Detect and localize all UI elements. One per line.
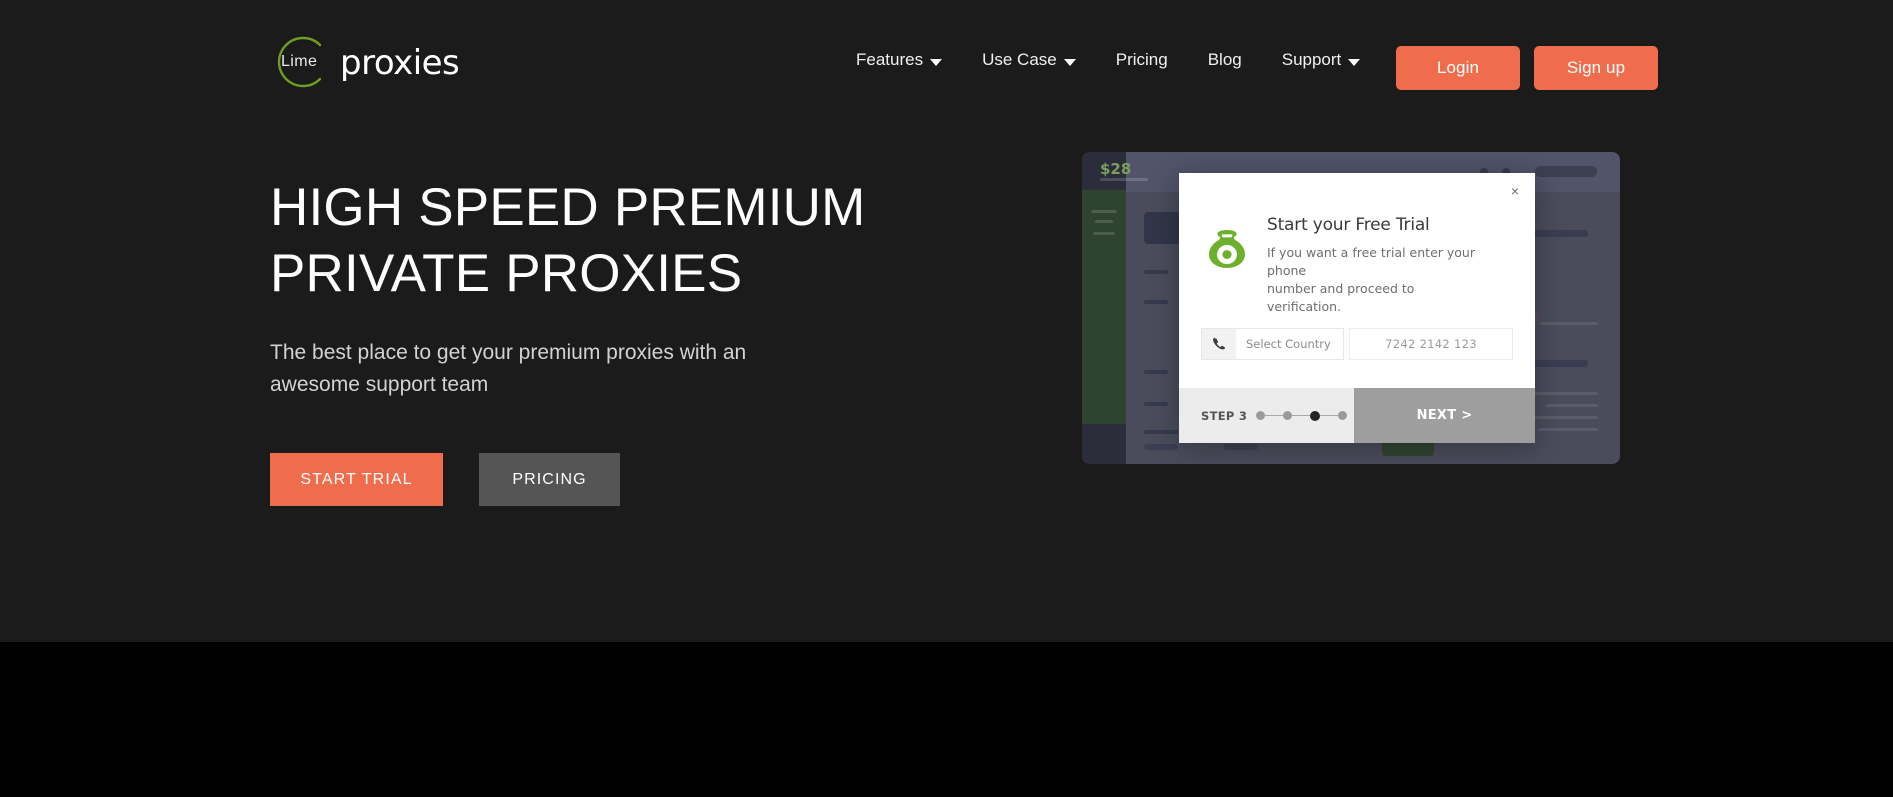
mockup-price-caption	[1100, 178, 1148, 181]
main-navigation: Lime proxies Features Use Case Pricing B…	[0, 0, 1893, 112]
nav-label-blog: Blog	[1207, 50, 1242, 69]
nav-item-blog[interactable]: Blog	[1188, 44, 1262, 76]
mockup-row	[1144, 402, 1168, 406]
login-button[interactable]: Login	[1396, 46, 1520, 90]
step-dot-3[interactable]	[1310, 410, 1321, 421]
step-label: STEP 3	[1201, 408, 1248, 423]
mockup-footer-bar	[1224, 444, 1258, 450]
nav-auth-buttons: Login Sign up	[1396, 46, 1658, 90]
start-trial-button[interactable]: START TRIAL	[270, 453, 443, 506]
telephone-icon	[1201, 223, 1253, 275]
nav-label-use-case: Use Case	[982, 50, 1057, 69]
mockup-topbar-pill	[1535, 166, 1597, 177]
mockup-row	[1144, 270, 1168, 274]
brand-lime-label: Lime	[281, 53, 318, 70]
hero-subtitle: The best place to get your premium proxi…	[270, 341, 747, 396]
mockup-sidebar-highlight	[1082, 190, 1126, 424]
mockup-price-value: $28	[1100, 160, 1132, 178]
nav-item-pricing[interactable]: Pricing	[1096, 44, 1188, 76]
mockup-row	[1144, 430, 1178, 434]
chevron-down-icon	[1348, 58, 1361, 66]
country-select-placeholder: Select Country	[1246, 337, 1331, 351]
mockup-row	[1144, 370, 1168, 374]
nav-item-use-case[interactable]: Use Case	[962, 44, 1096, 76]
mockup-row	[1144, 300, 1168, 304]
modal-form-fields: Select Country 7242 2142 123	[1201, 328, 1513, 360]
mockup-footer-bar	[1144, 444, 1178, 450]
step-dot-1[interactable]	[1256, 411, 1266, 420]
step-dots	[1256, 410, 1348, 421]
brand-wordmark: proxies	[340, 43, 460, 83]
step-dot-2[interactable]	[1283, 411, 1293, 420]
hero-illustration: $28 × Start your Free Trial If you want …	[1080, 148, 1622, 468]
step-connector	[1320, 415, 1339, 416]
lime-circle-icon: Lime	[268, 33, 334, 91]
mockup-sidebar-line	[1093, 232, 1115, 235]
step-indicator: STEP 3	[1179, 388, 1354, 443]
next-button[interactable]: NEXT >	[1354, 388, 1535, 443]
phone-handset-icon	[1202, 329, 1236, 359]
modal-text-block: Start your Free Trial If you want a free…	[1267, 213, 1475, 316]
mockup-blurred-text	[1540, 322, 1598, 325]
signup-button[interactable]: Sign up	[1534, 46, 1658, 90]
mockup-blurred-text	[1528, 416, 1598, 419]
modal-description: If you want a free trial enter your phon…	[1267, 245, 1475, 314]
nav-label-support: Support	[1281, 50, 1342, 69]
nav-label-pricing: Pricing	[1115, 50, 1168, 69]
nav-links: Features Use Case Pricing Blog Support	[836, 44, 1380, 76]
modal-title: Start your Free Trial	[1267, 215, 1430, 235]
pricing-button[interactable]: PRICING	[479, 453, 620, 506]
nav-label-features: Features	[856, 50, 924, 69]
mockup-sidebar-line	[1091, 210, 1117, 213]
next-button-label: NEXT >	[1416, 408, 1473, 423]
hero-cta-group: START TRIAL PRICING	[270, 453, 1010, 506]
hero-section: Lime proxies Features Use Case Pricing B…	[0, 0, 1893, 642]
chevron-down-icon	[930, 58, 943, 66]
partner-logos-section: webp sition ®	[0, 642, 1893, 797]
mockup-sidebar-line	[1095, 220, 1113, 223]
free-trial-modal: × Start your Free Trial If you want a fr…	[1179, 173, 1535, 443]
step-dot-4[interactable]	[1338, 411, 1348, 420]
page-title: HIGH SPEED PREMIUM PRIVATE PROXIES	[270, 178, 866, 303]
page-root: Lime proxies Features Use Case Pricing B…	[0, 0, 1893, 797]
mockup-blurred-text	[1546, 404, 1598, 407]
phone-number-value: 7242 2142 123	[1385, 337, 1477, 351]
nav-item-support[interactable]: Support	[1262, 44, 1381, 76]
step-connector	[1292, 415, 1311, 416]
brand-logo[interactable]: Lime proxies	[268, 36, 460, 88]
dashboard-mockup: $28 × Start your Free Trial If you want …	[1082, 152, 1620, 464]
hero-copy: HIGH SPEED PREMIUM PRIVATE PROXIES The b…	[270, 175, 1010, 506]
step-connector	[1265, 415, 1284, 416]
country-select[interactable]: Select Country	[1201, 328, 1344, 360]
phone-number-input[interactable]: 7242 2142 123	[1349, 328, 1513, 360]
modal-header: Start your Free Trial If you want a free…	[1201, 213, 1513, 316]
mockup-blurred-text	[1538, 428, 1598, 431]
mockup-blurred-text	[1532, 392, 1598, 395]
nav-item-features[interactable]: Features	[836, 44, 962, 76]
modal-footer: STEP 3 NEXT >	[1179, 388, 1535, 443]
chevron-down-icon	[1063, 58, 1076, 66]
